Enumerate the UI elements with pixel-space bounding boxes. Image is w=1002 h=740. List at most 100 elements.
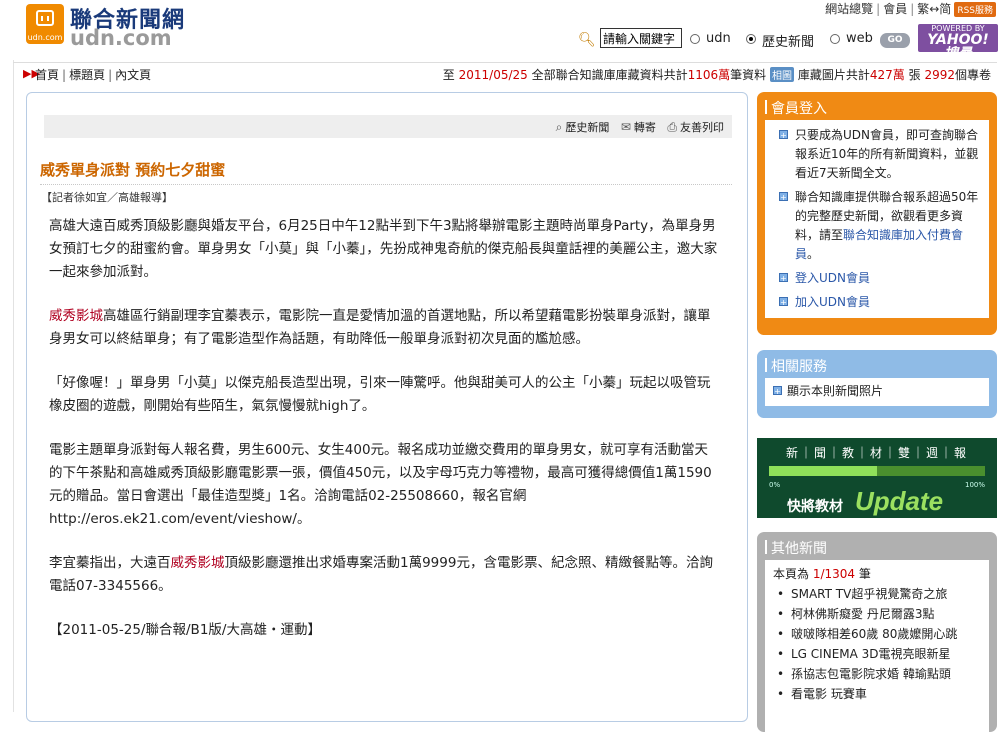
ad-progress-fill: [769, 466, 877, 476]
toplink-trad-simp[interactable]: 繁↔简: [917, 2, 951, 16]
radio-udn-label: udn: [706, 31, 731, 46]
member-login-content: 只要成為UDN會員，即可查詢聯合報系近10年的所有新聞資料，並觀看近7天新聞全文…: [765, 120, 989, 318]
toplink-member[interactable]: 會員: [883, 2, 907, 16]
stats-prefix: 至: [442, 68, 455, 82]
paragraph-text: 李宜蓁指出，大遠百: [49, 555, 171, 571]
separator: |: [108, 68, 113, 82]
article-source: 【2011-05-25/聯合報/B1版/大高雄・運動】: [49, 622, 321, 638]
envelope-icon: ✉: [620, 120, 631, 134]
other-news-content: 本頁為 1/1304 筆 SMART TV超乎視覺驚奇之旅 柯林佛斯癡愛 丹尼爾…: [765, 560, 989, 740]
stats-text: 個專卷: [954, 68, 991, 82]
member-login-box: 會員登入 只要成為UDN會員，即可查詢聯合報系近10年的所有新聞資料，並觀看近7…: [757, 92, 997, 335]
news-item[interactable]: 柯林佛斯癡愛 丹尼爾露3點: [773, 604, 985, 624]
print-link[interactable]: ⎙ 友善列印: [667, 120, 724, 134]
radio-history-news-label: 歷史新聞: [762, 35, 815, 50]
article-tools: ⌕ 歷史新聞 ✉ 轉寄 ⎙ 友善列印: [548, 119, 724, 135]
forward-link[interactable]: ✉ 轉寄: [620, 120, 656, 134]
other-news-title: 其他新聞: [757, 532, 997, 560]
stats-count-pictures: 427萬: [869, 68, 905, 82]
nav-bar: ▶▶ 首頁 | 標題頁 | 內文頁 至 2011/05/25 全部聯合知識庫庫藏資料共計…: [13, 62, 997, 84]
history-news-label: 歷史新聞: [565, 121, 610, 134]
radio-history-news[interactable]: [746, 34, 756, 44]
breadcrumb: 首頁 | 標題頁 | 內文頁: [35, 66, 151, 83]
show-photos-link[interactable]: 顯示本則新聞照片: [787, 384, 883, 398]
pictures-badge[interactable]: 相圖: [770, 67, 795, 82]
article-panel: ⌕ 歷史新聞 ✉ 轉寄 ⎙ 友善列印 威秀單身派對 預約七夕甜蜜 【記者徐如宜／高雄報…: [26, 92, 748, 722]
news-item[interactable]: SMART TV超乎視覺驚奇之旅: [773, 584, 985, 604]
vieshow-link[interactable]: 威秀影城: [171, 555, 225, 571]
radio-web[interactable]: [830, 34, 840, 44]
logo-face-icon: [36, 10, 54, 26]
article-headline: 威秀單身派對 預約七夕甜蜜: [40, 161, 226, 179]
count-prefix: 本頁為: [773, 567, 810, 581]
page-left-edge: [13, 60, 14, 712]
nav-article[interactable]: 內文頁: [115, 68, 151, 82]
ad-progress-max: 100%: [964, 481, 985, 489]
print-label: 友善列印: [680, 121, 724, 134]
nav-home[interactable]: 首頁: [35, 68, 59, 82]
news-item[interactable]: 看電影 玩賽車: [773, 684, 985, 704]
top-links: 網站總覽 | 會員 | 繁↔简 RSS服務: [825, 0, 996, 17]
list-item[interactable]: 顯示本則新聞照片: [773, 382, 985, 401]
stats-text: 筆資料: [730, 68, 767, 82]
list-item: 聯合知識庫提供聯合報系超過50年的完整歷史新聞，欲觀看更多資料，請至聯合知識庫加…: [773, 188, 985, 264]
nav-headlines[interactable]: 標題頁: [69, 68, 105, 82]
bullet-plus-icon: [779, 269, 788, 288]
stats-text: 全部聯合知識庫庫藏資料共計: [531, 68, 688, 82]
rss-button[interactable]: RSS服務: [954, 2, 996, 17]
other-news-count: 本頁為 1/1304 筆: [773, 564, 985, 584]
ad-title: 新｜聞｜教｜材｜雙｜週｜報: [785, 446, 968, 460]
stats-date: 2011/05/25: [458, 68, 528, 82]
bullet-plus-icon: [779, 188, 788, 207]
stats-text: 張: [908, 68, 921, 82]
related-services-box: 相關服務 顯示本則新聞照片: [757, 350, 997, 418]
radio-udn[interactable]: [690, 34, 700, 44]
search-input[interactable]: [600, 28, 682, 48]
toplink-sitemap[interactable]: 網站總覽: [825, 2, 873, 16]
go-button[interactable]: GO: [880, 33, 910, 48]
news-item[interactable]: LG CINEMA 3D電視亮眼新星: [773, 644, 985, 664]
separator: |: [910, 2, 915, 16]
logo-english-title[interactable]: udn.com: [70, 26, 172, 50]
article-body: 高雄大遠百威秀頂級影廳與婚友平台，6月25日中午12點半到下午3點將舉辦電影主題…: [49, 215, 721, 663]
news-item[interactable]: 啵啵隊相差60歲 80歲嬤開心跳: [773, 624, 985, 644]
login-link[interactable]: 登入UDN會員: [795, 271, 870, 285]
yahoo-brand: YAHOO! 搜尋: [927, 32, 989, 62]
count-suffix: 筆: [858, 567, 871, 581]
member-info-text: 只要成為UDN會員，即可查詢聯合報系近10年的所有新聞資料，並觀看近7天新聞全文…: [795, 128, 979, 180]
member-info-text: 。: [807, 247, 820, 261]
join-link[interactable]: 加入UDN會員: [795, 295, 870, 309]
stats-count-collections: 2992: [924, 68, 955, 82]
vieshow-link[interactable]: 威秀影城: [49, 308, 103, 324]
archive-stats: 至 2011/05/25 全部聯合知識庫庫藏資料共計1106萬筆資料 相圖 庫藏…: [443, 66, 991, 83]
related-services-title: 相關服務: [757, 350, 997, 378]
divider: [40, 184, 732, 185]
article-paragraph: 「好像喔！」單身男「小莫」以傑克船長造型出現，引來一陣驚呼。他與甜美可人的公主「…: [49, 375, 711, 414]
separator: |: [876, 2, 881, 16]
count-page: 1/1304: [812, 567, 856, 581]
bullet-plus-icon: [779, 293, 788, 312]
printer-icon: ⎙: [667, 120, 677, 134]
bullet-plus-icon: [779, 126, 788, 145]
history-news-link[interactable]: ⌕ 歷史新聞: [555, 120, 610, 134]
separator: |: [62, 68, 67, 82]
list-item: 登入UDN會員: [773, 269, 985, 288]
stats-text: 庫藏圖片共計: [797, 68, 870, 82]
search-icon: ⌕: [555, 120, 563, 134]
article-toolbar: ⌕ 歷史新聞 ✉ 轉寄 ⎙ 友善列印: [44, 115, 732, 138]
article-paragraph: 電影主題單身派對每人報名費，男生600元、女生400元。報名成功並繳交費用的單身…: [49, 442, 712, 527]
logo-badge-text: udn.com: [27, 33, 63, 42]
radio-web-label: web: [846, 31, 873, 46]
site-header: udn.com 聯合新聞網 udn.com 網站總覽 | 會員 | 繁↔简 RSS服務 🔍…: [0, 0, 1002, 70]
forward-label: 轉寄: [633, 121, 656, 134]
ad-update-word: Update: [855, 486, 944, 516]
article-paragraph: 李宜蓁指出，大遠百威秀影城頂級影廳還推出求婚專案活動1萬9999元，含電影票、紀…: [49, 552, 721, 598]
list-item: 只要成為UDN會員，即可查詢聯合報系近10年的所有新聞資料，並觀看近7天新聞全文…: [773, 126, 985, 183]
search-icon: 🔍︎: [578, 32, 596, 48]
update-banner-ad[interactable]: 新｜聞｜教｜材｜雙｜週｜報 0% 100% 快將教材 Update: [757, 438, 997, 518]
other-news-box: 其他新聞 本頁為 1/1304 筆 SMART TV超乎視覺驚奇之旅 柯林佛斯癡…: [757, 532, 997, 740]
udn-logo-icon[interactable]: udn.com: [26, 4, 64, 44]
article-paragraph: 威秀影城高雄區行銷副理李宜蓁表示，電影院一直是愛情加溫的首選地點，所以希望藉電影…: [49, 305, 721, 351]
yahoo-search-logo[interactable]: POWERED BY YAHOO! 搜尋 奇摩: [918, 24, 998, 70]
news-item[interactable]: 孫協志包電影院求婚 韓瑜點頭: [773, 664, 985, 684]
